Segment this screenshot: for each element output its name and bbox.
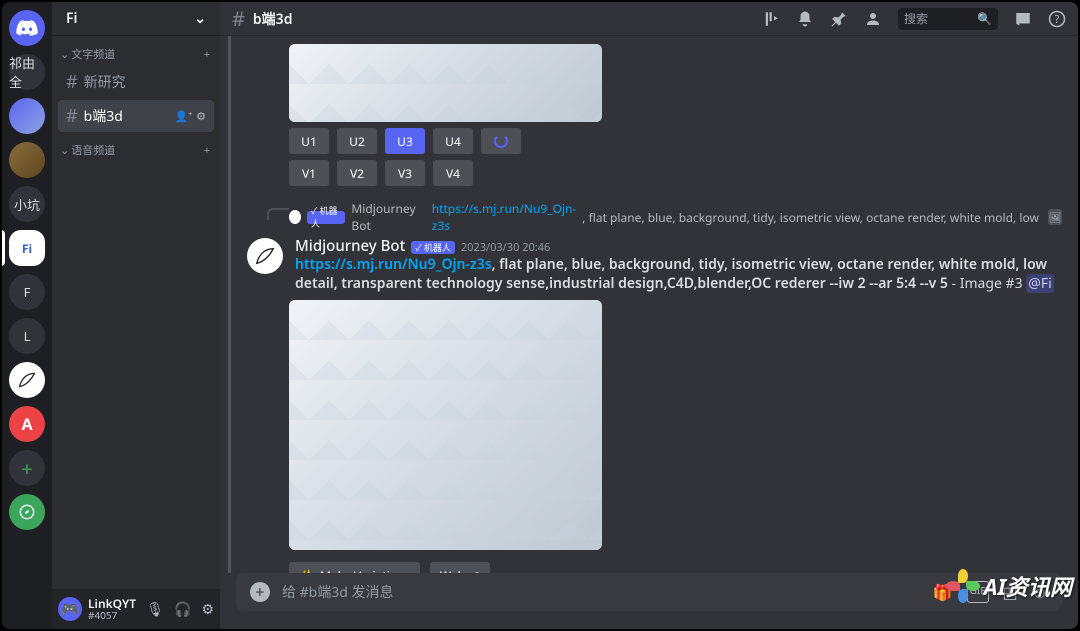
reply-text: , flat plane, blue, background, tidy, is… (582, 209, 1042, 226)
refresh-button[interactable] (481, 128, 521, 154)
v2-button[interactable]: V2 (337, 160, 377, 186)
reply-author: Midjourney Bot (351, 200, 425, 234)
server-list: 祁由全 小坑 Fi F L A + (2, 2, 52, 629)
svg-text:?: ? (1055, 12, 1060, 26)
add-channel-icon[interactable]: + (204, 143, 210, 158)
settings-icon[interactable]: ⚙ (201, 600, 214, 619)
u3-button[interactable]: U3 (385, 128, 425, 154)
hash-icon: # (232, 5, 245, 32)
server-item[interactable]: A (9, 406, 45, 442)
category-voice[interactable]: ⌄ 语音频道 + (58, 132, 214, 160)
message-content: https://s.mj.run/Nu9_Ojn-z3s, flat plane… (295, 256, 1062, 294)
make-variations-button[interactable]: ✨Make Variations (289, 562, 420, 573)
sticker-icon[interactable]: ◰ (1003, 581, 1018, 603)
mute-icon[interactable]: 🎙︎ (146, 600, 164, 619)
explore-button[interactable] (9, 494, 45, 530)
gift-icon[interactable]: 🎁 (933, 581, 953, 603)
image-attachment[interactable] (289, 300, 602, 550)
hash-icon: # (66, 70, 78, 94)
user-info[interactable]: LinkQYT #4057 (88, 597, 140, 621)
u1-button[interactable]: U1 (289, 128, 329, 154)
channel-item-active[interactable]: # b端3d 👤⁺ ⚙ (58, 100, 214, 132)
v4-button[interactable]: V4 (433, 160, 473, 186)
emoji-icon[interactable]: ☺ (1032, 581, 1048, 603)
add-server-button[interactable]: + (9, 450, 45, 486)
hash-icon: # (66, 104, 78, 128)
help-icon[interactable]: ? (1048, 10, 1066, 28)
channel-panel: Fi ⌄ ⌄ 文字频道 + # 新研究 # b端3d 👤⁺ ⚙ ⌄ 语音频道 (52, 2, 220, 629)
chevron-down-icon: ⌄ (194, 9, 206, 28)
threads-icon[interactable] (762, 10, 780, 28)
u2-button[interactable]: U2 (337, 128, 377, 154)
user-panel: 🎮 LinkQYT #4057 🎙︎ 🎧 ⚙ (52, 589, 220, 629)
reply-link: https://s.mj.run/Nu9_Ojn-z3s (432, 200, 577, 234)
inbox-icon[interactable] (1014, 10, 1032, 28)
pin-icon[interactable] (830, 10, 848, 28)
server-header[interactable]: Fi ⌄ (52, 2, 220, 36)
bot-tag: ✓ 机器人 (307, 211, 345, 224)
channel-item[interactable]: # 新研究 (58, 66, 214, 98)
bot-tag: ✓ 机器人 (411, 241, 455, 254)
main-area: # b端3d 搜索 🔍 ? U1 U2 (220, 2, 1078, 629)
input-placeholder: 给 #b端3d 发消息 (282, 582, 921, 602)
refresh-icon (494, 134, 508, 148)
avatar[interactable] (247, 238, 283, 274)
image-attachment[interactable] (289, 44, 602, 122)
message-input[interactable]: + 给 #b端3d 发消息 🎁 GIF ◰ ☺ (236, 573, 1062, 611)
channel-header: # b端3d 搜索 🔍 ? (220, 2, 1078, 36)
image-icon: 🖼 (1048, 209, 1062, 225)
channel-title: b端3d (253, 9, 754, 29)
reply-reference[interactable]: ✓ 机器人 Midjourney Bot https://s.mj.run/Nu… (289, 200, 1062, 234)
search-input[interactable]: 搜索 🔍 (898, 8, 998, 30)
message-input-area: + 给 #b端3d 发消息 🎁 GIF ◰ ☺ (220, 573, 1078, 629)
members-icon[interactable] (864, 10, 882, 28)
attach-button[interactable]: + (250, 582, 270, 602)
invite-icon[interactable]: 👤⁺ (175, 109, 192, 124)
notification-icon[interactable] (796, 10, 814, 28)
gif-icon[interactable]: GIF (967, 581, 989, 603)
v1-button[interactable]: V1 (289, 160, 329, 186)
v3-button[interactable]: V3 (385, 160, 425, 186)
server-item[interactable]: F (9, 274, 45, 310)
server-item-active[interactable]: Fi (9, 230, 45, 266)
server-item[interactable]: L (9, 318, 45, 354)
category-text[interactable]: ⌄ 文字频道 + (58, 36, 214, 64)
u4-button[interactable]: U4 (433, 128, 473, 154)
server-item[interactable] (9, 142, 45, 178)
add-channel-icon[interactable]: + (204, 47, 210, 62)
gear-icon[interactable]: ⚙ (196, 109, 206, 124)
avatar[interactable]: 🎮 (58, 597, 82, 621)
message-list: U1 U2 U3 U4 V1 V2 V3 V4 ✓ 机器人 (228, 36, 1078, 573)
server-item[interactable]: 祁由全 (9, 54, 45, 90)
chevron-down-icon: ⌄ (60, 47, 69, 62)
message-author[interactable]: Midjourney Bot (295, 236, 405, 256)
timestamp: 2023/03/30 20:46 (461, 240, 551, 255)
server-item[interactable] (9, 362, 45, 398)
mention[interactable]: @Fi (1026, 274, 1053, 293)
prompt-link[interactable]: https://s.mj.run/Nu9_Ojn-z3s (295, 255, 492, 274)
deafen-icon[interactable]: 🎧 (174, 600, 191, 619)
chevron-down-icon: ⌄ (60, 143, 69, 158)
search-icon: 🔍 (977, 10, 992, 27)
server-item[interactable]: 小坑 (9, 186, 45, 222)
reply-avatar (289, 210, 301, 224)
server-name: Fi (66, 9, 78, 28)
web-button[interactable]: Web↗ (430, 562, 490, 573)
discord-home-icon[interactable] (9, 10, 45, 46)
server-item[interactable] (9, 98, 45, 134)
